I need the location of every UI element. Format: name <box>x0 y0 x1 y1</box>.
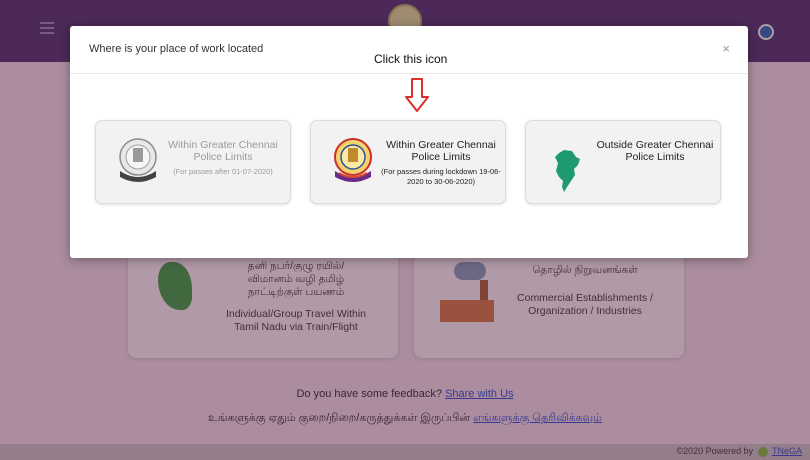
option-title: Outside Greater Chennai Police Limits <box>596 139 714 163</box>
chennai-police-emblem-color-icon <box>334 138 372 182</box>
within-chennai-lockdown-option[interactable]: Within Greater Chennai Police Limits (Fo… <box>310 120 506 204</box>
modal-title: Where is your place of work located <box>89 43 264 55</box>
modal-header: Where is your place of work located Clic… <box>70 26 748 74</box>
option-text: Within Greater Chennai Police Limits (Fo… <box>164 139 282 177</box>
outside-chennai-option[interactable]: Outside Greater Chennai Police Limits <box>525 120 721 204</box>
option-title: Within Greater Chennai Police Limits <box>386 139 496 163</box>
tamil-nadu-map-icon <box>555 150 580 192</box>
option-subtitle: (For passes after 01-07-2020) <box>173 167 273 176</box>
option-title: Within Greater Chennai Police Limits <box>168 139 278 163</box>
close-button[interactable]: × <box>722 41 730 56</box>
option-text: Outside Greater Chennai Police Limits <box>596 139 714 163</box>
down-arrow-icon <box>405 78 429 112</box>
option-subtitle: (For passes during lockdown 19-06-2020 t… <box>381 167 501 186</box>
option-text: Within Greater Chennai Police Limits (Fo… <box>381 139 501 187</box>
click-instruction-annotation: Click this icon <box>374 52 448 66</box>
within-chennai-after-july-option[interactable]: Within Greater Chennai Police Limits (Fo… <box>95 120 291 204</box>
chennai-police-emblem-grey-icon <box>119 138 157 182</box>
place-of-work-modal: Where is your place of work located Clic… <box>70 26 748 258</box>
